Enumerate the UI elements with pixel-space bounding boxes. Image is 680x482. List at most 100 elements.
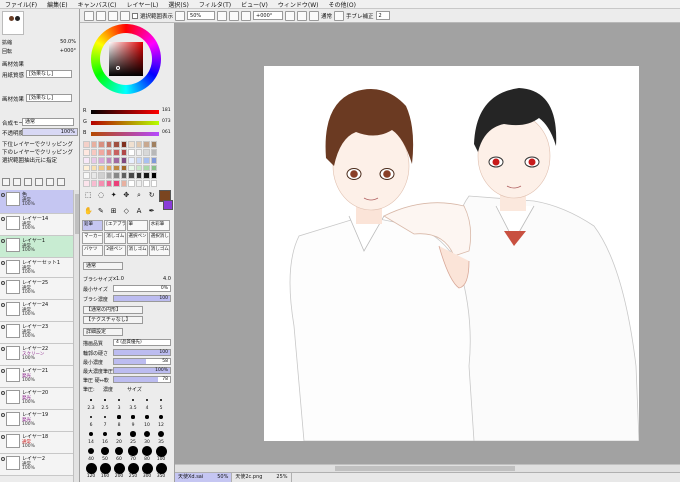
brush-size-preset[interactable] (101, 447, 109, 455)
document-tab[interactable]: 天使2c.png 25% (232, 473, 292, 482)
visibility-icon[interactable] (1, 217, 5, 221)
brush-size-preset[interactable] (155, 445, 167, 457)
brush-size-preset[interactable] (159, 415, 163, 419)
brush-size-preset[interactable] (114, 446, 124, 456)
brush-size-preset[interactable] (99, 462, 111, 474)
visibility-icon[interactable] (1, 281, 5, 285)
color-swatch[interactable] (128, 156, 135, 164)
color-swatch[interactable] (90, 141, 97, 148)
max-pressure-slider[interactable]: 100% (113, 367, 171, 374)
zoom-out-button[interactable] (175, 10, 186, 21)
navigator-angle-value[interactable]: +000° (60, 48, 76, 56)
flip-button[interactable] (309, 10, 320, 21)
texture-dropdown[interactable]: [効果なし] (26, 70, 72, 78)
edge-row[interactable]: 輪郭の硬さ 100 (83, 349, 171, 357)
color-swatch[interactable] (150, 172, 157, 180)
extract-checkbox[interactable]: 選択範囲抽出元に指定 (2, 156, 57, 164)
text-icon[interactable]: A (134, 207, 145, 221)
clear-layer-icon[interactable] (46, 178, 54, 186)
brush-tool-2[interactable]: 筆 (126, 220, 148, 232)
brush-size-preset[interactable] (128, 446, 138, 456)
layer-row[interactable]: 色通常 100% (0, 190, 73, 214)
layer-row[interactable]: レイヤー19 発光 100% (0, 410, 73, 432)
color-swatch[interactable] (143, 141, 150, 148)
menu-item-3[interactable]: レイヤー(L) (122, 0, 164, 9)
color-swatch[interactable] (120, 164, 127, 172)
brush-tool-6[interactable]: 選択ペン (126, 232, 148, 244)
canvas-area[interactable] (175, 23, 680, 464)
color-swatch[interactable] (113, 180, 120, 187)
color-swatch[interactable] (98, 148, 105, 156)
min-density-slider[interactable]: 58 (113, 358, 171, 365)
brush-size-preset[interactable] (85, 462, 97, 474)
invert-selection-button[interactable] (120, 10, 130, 21)
color-swatch[interactable] (128, 141, 135, 148)
brush-tool-1[interactable]: [エアブラシ] (104, 220, 126, 232)
color-swatch[interactable] (113, 156, 120, 164)
blue-value[interactable]: 061 (162, 130, 171, 135)
visibility-icon[interactable] (1, 369, 5, 373)
visibility-icon[interactable] (1, 347, 5, 351)
brush-size-preset[interactable] (131, 415, 135, 419)
brush-size-multiplier[interactable]: x1.0 (113, 276, 124, 282)
color-swatch[interactable] (105, 156, 112, 164)
color-swatch[interactable] (135, 156, 142, 164)
color-swatch[interactable] (90, 156, 97, 164)
brush-tool-8[interactable]: バケツ (82, 244, 104, 256)
color-swatch[interactable] (83, 141, 90, 148)
menu-item-2[interactable]: キャンバス(C) (73, 0, 122, 9)
color-swatch[interactable] (90, 172, 97, 180)
visibility-icon[interactable] (1, 413, 5, 417)
menu-item-5[interactable]: フィルタ(T) (194, 0, 236, 9)
brush-size-preset[interactable] (131, 398, 135, 402)
shape-icon[interactable]: ◇ (121, 207, 132, 221)
menu-item-0[interactable]: ファイル(F) (0, 0, 42, 9)
red-slider[interactable] (91, 110, 159, 114)
menu-item-1[interactable]: 編集(E) (42, 0, 72, 9)
visibility-icon[interactable] (1, 435, 5, 439)
zoom-icon[interactable]: ⌕ (134, 191, 145, 205)
brush-size-preset[interactable] (90, 399, 92, 401)
color-swatch[interactable] (128, 164, 135, 172)
color-swatch[interactable] (143, 172, 150, 180)
color-swatch[interactable] (143, 164, 150, 172)
delete-layer-icon[interactable] (57, 178, 65, 186)
background-color[interactable] (163, 200, 173, 210)
density-slider[interactable]: 100 (113, 295, 171, 302)
color-swatch[interactable] (120, 156, 127, 164)
layer-row[interactable]: レイヤー20 発光 100% (0, 388, 73, 410)
color-swatch[interactable] (120, 148, 127, 156)
color-swatch[interactable] (120, 172, 127, 180)
brush-size-preset[interactable] (157, 430, 165, 438)
green-value[interactable]: 073 (162, 119, 171, 124)
brush-texture-dropdown[interactable]: 【テクスチャなし】 (83, 316, 143, 324)
visibility-icon[interactable] (1, 239, 5, 243)
layer-row[interactable]: レイヤー25 通常 100% (0, 278, 73, 300)
layer-row[interactable]: レイヤー21 発光 100% (0, 366, 73, 388)
hand-icon[interactable]: ✋ (83, 207, 94, 221)
density-row[interactable]: ブラシ濃度 100 (83, 295, 171, 303)
brush-size-preset[interactable] (130, 431, 136, 437)
color-swatch[interactable] (83, 180, 90, 187)
brush-shape-dropdown[interactable]: 【通常の円形】 (83, 306, 143, 314)
brush-size-preset[interactable] (104, 399, 106, 401)
color-swatch[interactable] (98, 180, 105, 187)
rotate-left-button[interactable] (241, 10, 252, 21)
brush-size-preset[interactable] (159, 398, 163, 402)
move-icon[interactable]: ✥ (121, 191, 132, 205)
magic-wand-icon[interactable]: ✦ (108, 191, 119, 205)
redo-button[interactable] (96, 10, 106, 21)
canvas-scrollbar[interactable] (175, 464, 680, 472)
color-swatch[interactable] (83, 156, 90, 164)
visibility-icon[interactable] (1, 261, 5, 265)
color-swatch[interactable] (143, 148, 150, 156)
layer-mode-dropdown[interactable]: 通常 (22, 118, 74, 126)
layer-row[interactable]: レイヤー23 通常 100% (0, 322, 73, 344)
opacity-slider[interactable]: 100% (22, 128, 78, 136)
brush-size-preset[interactable] (142, 446, 152, 456)
color-swatch[interactable] (150, 148, 157, 156)
color-swatch[interactable] (128, 180, 135, 187)
color-swatch[interactable] (83, 164, 90, 172)
brush-tool-3[interactable]: 水彩筆 (148, 220, 170, 232)
color-swatch[interactable] (143, 156, 150, 164)
